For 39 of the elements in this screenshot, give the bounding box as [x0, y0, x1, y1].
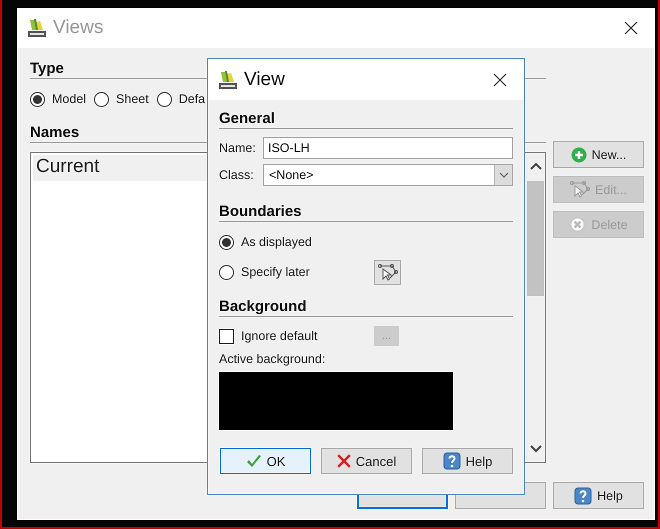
pointer-icon	[378, 264, 398, 280]
pick-button[interactable]	[374, 260, 401, 284]
dialog-button[interactable]: Help	[553, 482, 644, 509]
section-heading: Boundaries	[219, 203, 513, 222]
window-title: Views	[53, 17, 104, 39]
help-icon	[442, 452, 461, 470]
field-label: Class:	[219, 168, 255, 182]
delete-icon	[569, 216, 586, 233]
cross-icon	[336, 454, 351, 468]
scrollbar[interactable]	[526, 153, 545, 462]
dialog-button[interactable]: OK	[220, 448, 311, 474]
checkbox[interactable]: Ignore default	[219, 328, 374, 344]
dialog-button[interactable]: New...	[553, 141, 644, 168]
radio-button[interactable]: Defa	[156, 92, 206, 106]
app-icon	[218, 70, 238, 90]
close-icon	[493, 72, 507, 86]
radio-button[interactable]: As displayed	[219, 234, 374, 250]
section-heading: Background	[219, 298, 513, 317]
help-icon	[574, 486, 592, 504]
radio-button[interactable]: Sheet	[94, 92, 149, 106]
section-heading: General	[219, 110, 513, 129]
chevron-down-icon	[498, 172, 508, 178]
dialog-button[interactable]: Help	[422, 448, 513, 474]
pointer-icon	[570, 181, 590, 198]
field-label: Name:	[219, 141, 257, 155]
dialog-button[interactable]: Cancel	[321, 448, 412, 474]
ellipsis-button: ...	[374, 326, 399, 346]
scrollbar-thumb[interactable]	[527, 181, 544, 296]
scroll-down-icon	[530, 445, 542, 453]
radio-button[interactable]: Model	[30, 92, 86, 106]
field-label: Active background:	[219, 352, 326, 366]
scroll-up-icon	[530, 162, 542, 170]
app-icon	[27, 18, 47, 38]
plus-icon	[570, 146, 587, 162]
name-field[interactable]: ISO-LH	[263, 137, 513, 159]
check-icon	[246, 454, 262, 468]
radio-button[interactable]: Specify later	[219, 264, 374, 280]
close-icon	[624, 21, 638, 35]
class-dropdown[interactable]: <None>	[263, 164, 513, 186]
